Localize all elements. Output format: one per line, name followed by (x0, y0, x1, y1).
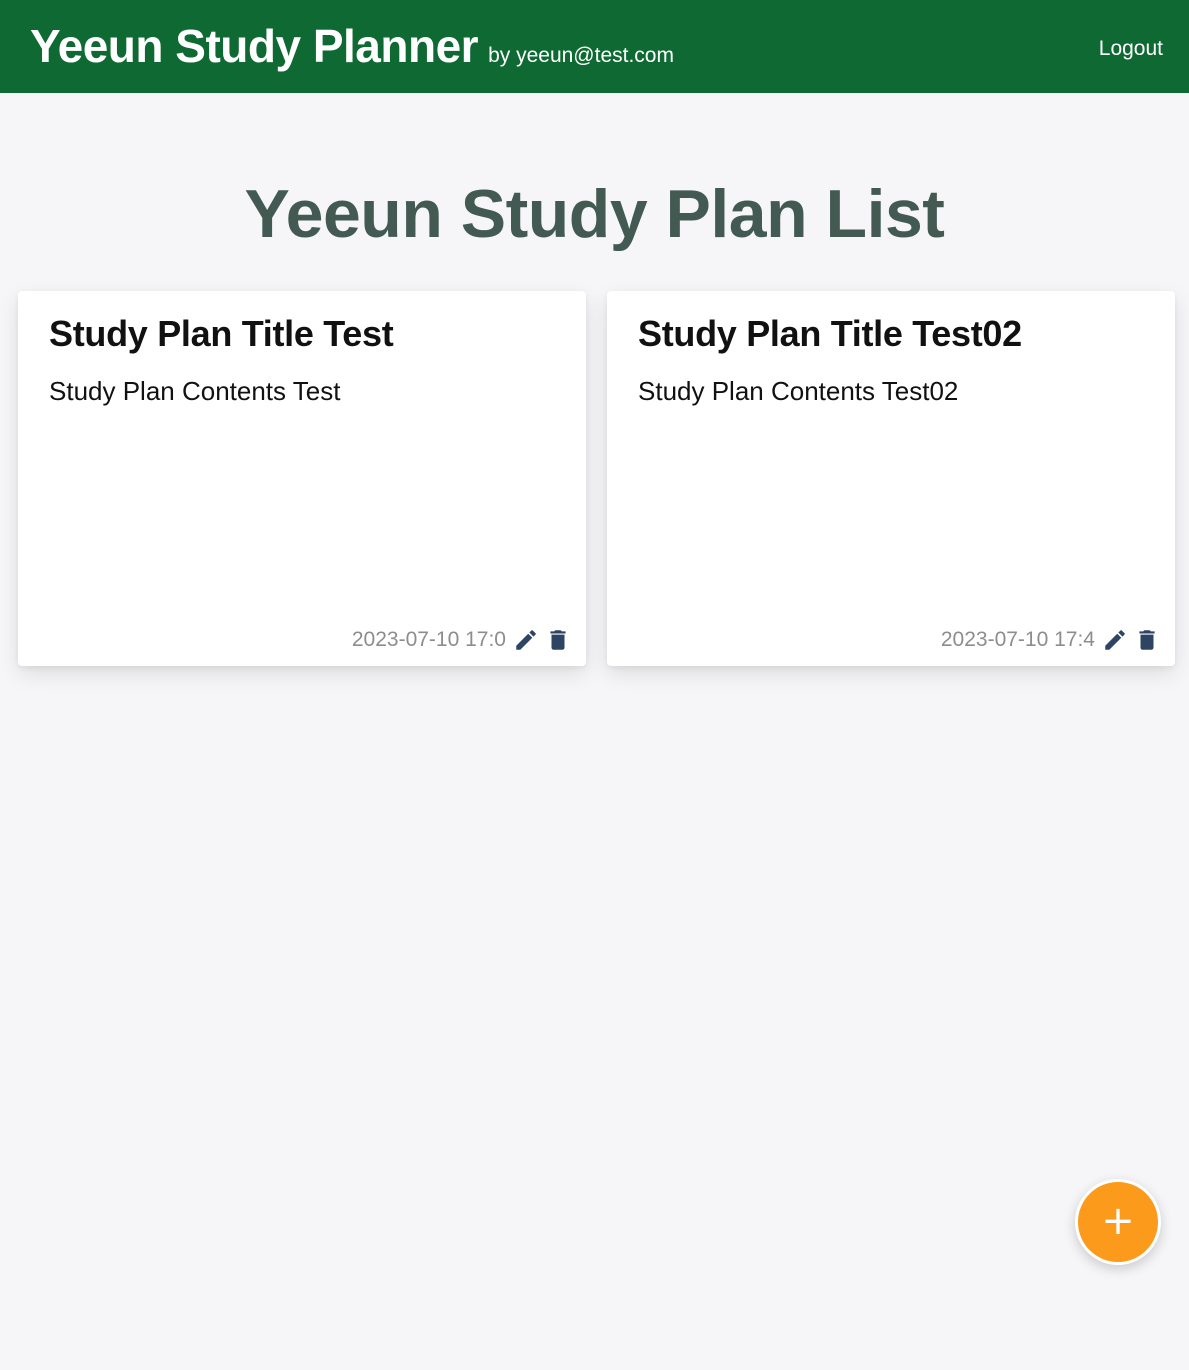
trash-icon[interactable] (1133, 626, 1161, 654)
logout-link[interactable]: Logout (1099, 37, 1163, 61)
plan-card-date: 2023-07-10 17:0 (351, 628, 506, 651)
plan-card-contents: Study Plan Contents Test02 (638, 376, 959, 406)
plan-card-footer: 2023-07-10 17:4 (941, 626, 1161, 654)
app-title: Yeeun Study Planner (30, 19, 479, 72)
plan-card-title: Study Plan Title Test02 (638, 313, 1022, 354)
plan-card[interactable]: Study Plan Title Test Study Plan Content… (18, 291, 586, 666)
plan-card-contents: Study Plan Contents Test (49, 376, 341, 406)
brand: Yeeun Study Planner by yeeun@test.com (30, 23, 674, 69)
pencil-icon[interactable] (1101, 626, 1129, 654)
page-title: Yeeun Study Plan List (244, 176, 945, 252)
trash-icon[interactable] (544, 626, 572, 654)
pencil-icon[interactable] (512, 626, 540, 654)
plan-card[interactable]: Study Plan Title Test02 Study Plan Conte… (607, 291, 1175, 666)
plan-card-grid: Study Plan Title Test Study Plan Content… (18, 291, 1175, 666)
plan-card-title: Study Plan Title Test (49, 313, 394, 354)
add-plan-button[interactable]: + (1075, 1179, 1161, 1265)
app-header: Yeeun Study Planner by yeeun@test.com Lo… (0, 0, 1189, 93)
plus-icon: + (1101, 1198, 1135, 1244)
plan-card-footer: 2023-07-10 17:0 (352, 626, 572, 654)
plan-card-date: 2023-07-10 17:4 (940, 628, 1095, 651)
user-byline: by yeeun@test.com (488, 43, 674, 67)
